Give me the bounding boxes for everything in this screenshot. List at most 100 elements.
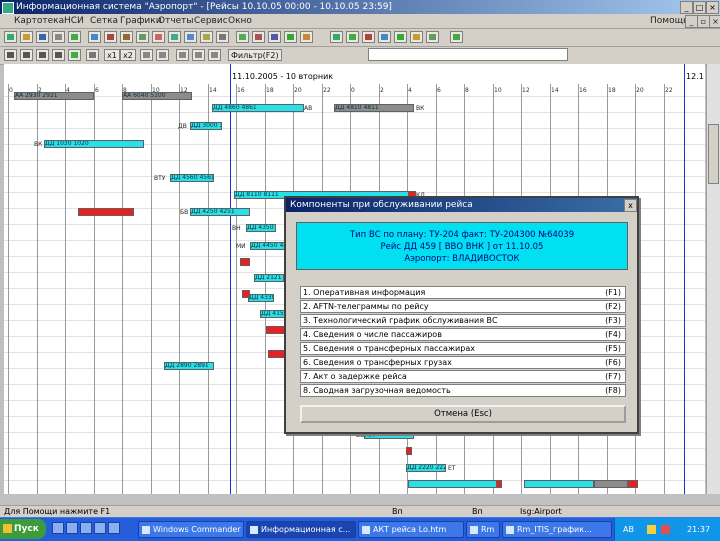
tool-icon-6[interactable]: [330, 31, 343, 43]
gate-icon[interactable]: [136, 31, 149, 43]
flight-bar-segment[interactable]: [266, 326, 286, 334]
minimize-icon[interactable]: _: [680, 1, 693, 14]
tool-icon-3[interactable]: [268, 31, 281, 43]
menu-item-schedules[interactable]: Графики: [120, 14, 162, 28]
clock-icon[interactable]: [216, 31, 229, 43]
plane-icon[interactable]: [88, 31, 101, 43]
flight-bar[interactable]: ДД 2890 2891: [164, 362, 214, 370]
task-rm-schedule[interactable]: Rm_ITIS_график...: [502, 521, 612, 538]
language-indicator[interactable]: AB: [623, 518, 634, 541]
option-passenger-count[interactable]: 4. Сведения о числе пассажиров (F4): [300, 328, 626, 341]
passenger-icon[interactable]: [104, 31, 117, 43]
flight-bar[interactable]: ДД 4250 4251: [190, 208, 250, 216]
nav-prev-icon[interactable]: [20, 49, 33, 61]
exit-icon[interactable]: [450, 31, 463, 43]
nav-first-icon[interactable]: [4, 49, 17, 61]
start-button[interactable]: Пуск: [0, 519, 46, 539]
vertical-scrollbar[interactable]: [706, 64, 720, 494]
flight-bar[interactable]: АА 6040 5100: [122, 92, 192, 100]
flight-bar[interactable]: ДД 3000 3001: [190, 122, 222, 130]
task-delay-act-htm[interactable]: АКТ рейса Lo.htm: [358, 521, 464, 538]
page-icon[interactable]: [86, 49, 99, 61]
zoom-icon[interactable]: [140, 49, 153, 61]
flight-bar-segment[interactable]: [78, 208, 134, 216]
flight-bar[interactable]: ДД 2121 2120: [254, 274, 284, 282]
flight-bar[interactable]: ДД 4350 4351: [246, 224, 276, 232]
nav-next-icon[interactable]: [36, 49, 49, 61]
tool-icon-9[interactable]: [378, 31, 391, 43]
task-rm[interactable]: Rm: [466, 521, 500, 538]
tool-icon-7[interactable]: [346, 31, 359, 43]
menu-item-grid[interactable]: Сетка: [90, 14, 118, 28]
flight-bar[interactable]: ДД 4330 4331: [248, 294, 274, 302]
tray-network-icon[interactable]: [647, 525, 656, 534]
option-transfer-cargo[interactable]: 6. Сведения о трансферных грузах (F6): [300, 356, 626, 369]
tool-icon-10[interactable]: [394, 31, 407, 43]
refresh-icon[interactable]: [68, 49, 81, 61]
flight-bar-segment[interactable]: [242, 290, 250, 298]
menu-item-help[interactable]: Помощь: [650, 14, 688, 28]
menu-item-service[interactable]: Сервис: [194, 14, 228, 28]
close-icon[interactable]: ×: [706, 1, 719, 14]
flight-bar[interactable]: ДД 4810 4811: [334, 104, 414, 112]
menu-item-cards[interactable]: Картотека: [14, 14, 64, 28]
flight-bar[interactable]: ДД 4860 4861: [212, 104, 304, 112]
option-service-schedule[interactable]: 3. Технологический график обслуживания В…: [300, 314, 626, 327]
grid-icon[interactable]: [156, 49, 169, 61]
tool-icon-5[interactable]: [300, 31, 313, 43]
print-icon[interactable]: [52, 31, 65, 43]
search-input[interactable]: [368, 48, 568, 61]
calendar-icon[interactable]: [200, 31, 213, 43]
crew-icon[interactable]: [152, 31, 165, 43]
menu-item-reports[interactable]: Отчеты: [158, 14, 194, 28]
flight-bar-segment[interactable]: [628, 480, 638, 488]
mdi-close-icon[interactable]: ×: [709, 15, 720, 28]
list-icon[interactable]: [192, 49, 205, 61]
flight-bar-segment[interactable]: [594, 480, 628, 488]
table-icon[interactable]: [68, 31, 81, 43]
option-load-sheet[interactable]: 8. Сводная загрузочная ведомость (F8): [300, 384, 626, 397]
flight-bar-segment[interactable]: [496, 480, 502, 488]
quicklaunch-browser-icon[interactable]: [80, 522, 92, 534]
cancel-button[interactable]: Отмена (Esc): [300, 405, 626, 423]
task-airport-system[interactable]: Информационная с...: [246, 521, 356, 538]
option-aftn-telegrams[interactable]: 2. АFTN-телеграммы по рейсу (F2): [300, 300, 626, 313]
tool-icon-4[interactable]: [284, 31, 297, 43]
menu-item-nsi[interactable]: НСИ: [64, 14, 84, 28]
tool-icon-11[interactable]: [410, 31, 423, 43]
tool-icon-2[interactable]: [252, 31, 265, 43]
flight-bar-segment[interactable]: [408, 480, 498, 488]
sort-icon[interactable]: [176, 49, 189, 61]
cargo-icon[interactable]: [120, 31, 133, 43]
flight-bar[interactable]: ДД 4450 4451: [250, 242, 286, 250]
open-icon[interactable]: [20, 31, 33, 43]
weather-icon[interactable]: [184, 31, 197, 43]
tool-icon-12[interactable]: [426, 31, 439, 43]
quicklaunch-desktop-icon[interactable]: [52, 522, 64, 534]
flight-bar[interactable]: ДД 4560 4561: [170, 174, 214, 182]
tool-icon-8[interactable]: [362, 31, 375, 43]
option-delay-act[interactable]: 7. Акт о задержке рейса (F7): [300, 370, 626, 383]
task-windows-commander[interactable]: Windows Commander 5.1...: [138, 521, 244, 538]
flight-bar-segment[interactable]: [406, 447, 412, 455]
quicklaunch-commander-icon[interactable]: [94, 522, 106, 534]
quicklaunch-word-icon[interactable]: [108, 522, 120, 534]
dialog-close-button[interactable]: x: [624, 199, 637, 212]
menu-item-window[interactable]: Окно: [228, 14, 252, 28]
flight-bar[interactable]: ДД 1030 1020: [44, 140, 144, 148]
fuel-icon[interactable]: [168, 31, 181, 43]
zoom-x2-button[interactable]: x2: [120, 49, 136, 61]
scrollbar-thumb[interactable]: [708, 124, 719, 184]
tool-icon-1[interactable]: [236, 31, 249, 43]
flight-bar-segment[interactable]: [524, 480, 594, 488]
option-operational-info[interactable]: 1. Оперативная информация (F1): [300, 286, 626, 299]
tray-antivirus-icon[interactable]: [661, 525, 670, 534]
zoom-x1-button[interactable]: x1: [104, 49, 120, 61]
find-icon[interactable]: [208, 49, 221, 61]
new-icon[interactable]: [4, 31, 17, 43]
nav-last-icon[interactable]: [52, 49, 65, 61]
quicklaunch-explorer-icon[interactable]: [66, 522, 78, 534]
filter-button[interactable]: Фильтр(F2): [228, 49, 282, 61]
save-icon[interactable]: [36, 31, 49, 43]
flight-bar-segment[interactable]: [240, 258, 250, 266]
